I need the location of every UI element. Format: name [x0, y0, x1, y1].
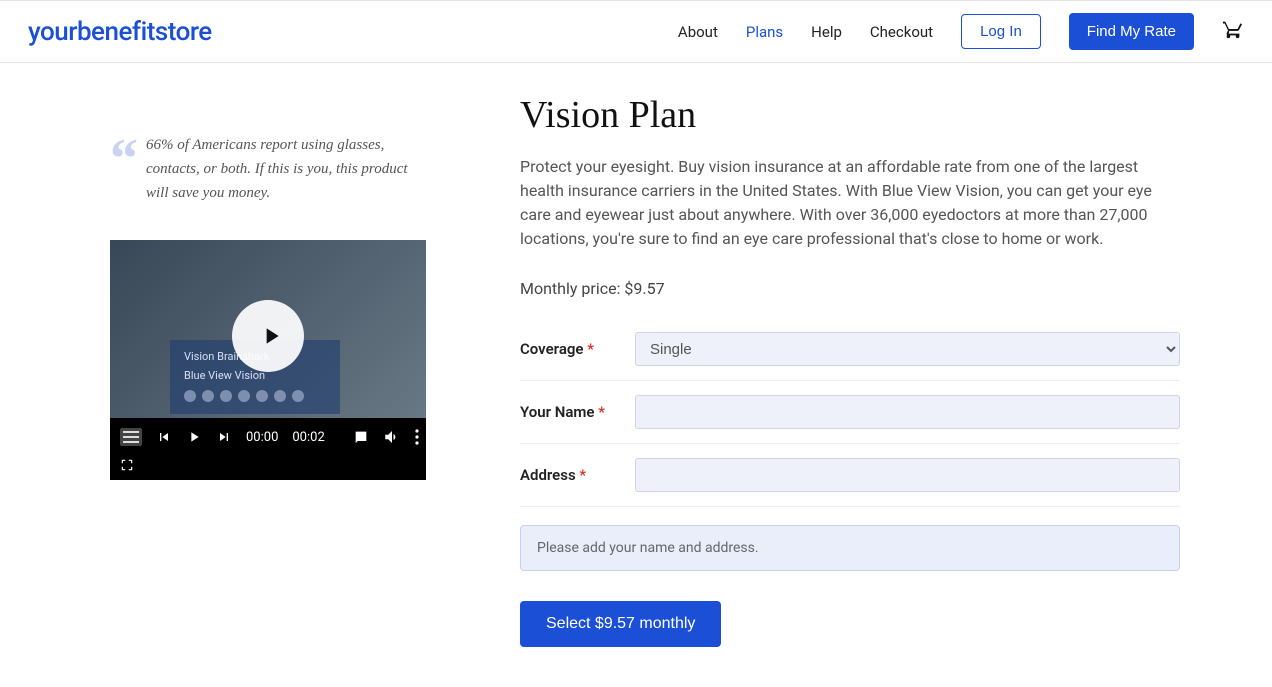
cart-icon[interactable]	[1222, 18, 1244, 46]
volume-icon[interactable]	[383, 428, 401, 446]
video-time-current: 00:00	[246, 430, 278, 445]
name-input[interactable]	[635, 395, 1180, 429]
name-label: Your Name *	[520, 403, 635, 421]
video-caption-line2: Blue View Vision	[184, 369, 326, 382]
main-content: “ 66% of Americans report using glasses,…	[0, 63, 1272, 687]
more-icon[interactable]	[415, 429, 419, 445]
info-banner: Please add your name and address.	[520, 525, 1180, 571]
main-nav: About Plans Help Checkout Log In Find My…	[678, 13, 1244, 50]
nav-help[interactable]: Help	[811, 23, 842, 41]
select-plan-button[interactable]: Select $9.57 monthly	[520, 601, 721, 647]
login-button[interactable]: Log In	[961, 14, 1041, 49]
next-icon[interactable]	[216, 429, 232, 445]
logo[interactable]: yourbenefitstore	[28, 17, 212, 47]
address-row: Address *	[520, 444, 1180, 507]
play-icon[interactable]	[186, 429, 202, 445]
fullscreen-icon[interactable]	[120, 458, 134, 472]
coverage-select[interactable]: Single	[635, 332, 1180, 366]
coverage-label: Coverage *	[520, 340, 635, 358]
find-my-rate-button[interactable]: Find My Rate	[1069, 13, 1194, 50]
video-player: Vision Brainshark Blue View Vision	[110, 240, 426, 480]
address-label: Address *	[520, 466, 635, 484]
play-button[interactable]	[232, 300, 304, 372]
video-caption-icons	[184, 390, 326, 402]
quote-text: 66% of Americans report using glasses, c…	[146, 133, 420, 205]
name-row: Your Name *	[520, 381, 1180, 444]
address-input[interactable]	[635, 458, 1180, 492]
coverage-row: Coverage * Single	[520, 318, 1180, 381]
previous-icon[interactable]	[156, 429, 172, 445]
quote-block: “ 66% of Americans report using glasses,…	[60, 133, 420, 205]
nav-plans[interactable]: Plans	[746, 23, 783, 41]
playlist-icon[interactable]	[120, 428, 142, 446]
video-time-total: 00:02	[292, 430, 324, 445]
plan-description: Protect your eyesight. Buy vision insura…	[520, 155, 1180, 251]
monthly-price: Monthly price: $9.57	[520, 279, 1180, 298]
site-header: yourbenefitstore About Plans Help Checko…	[0, 0, 1272, 63]
quote-mark-icon: “	[110, 143, 138, 205]
nav-checkout[interactable]: Checkout	[870, 23, 933, 41]
right-column: Vision Plan Protect your eyesight. Buy v…	[520, 93, 1180, 647]
left-column: “ 66% of Americans report using glasses,…	[60, 93, 420, 647]
video-controls: 00:00 00:02	[110, 418, 426, 480]
captions-icon[interactable]	[353, 429, 369, 445]
page-title: Vision Plan	[520, 93, 1180, 137]
nav-about[interactable]: About	[678, 23, 718, 41]
